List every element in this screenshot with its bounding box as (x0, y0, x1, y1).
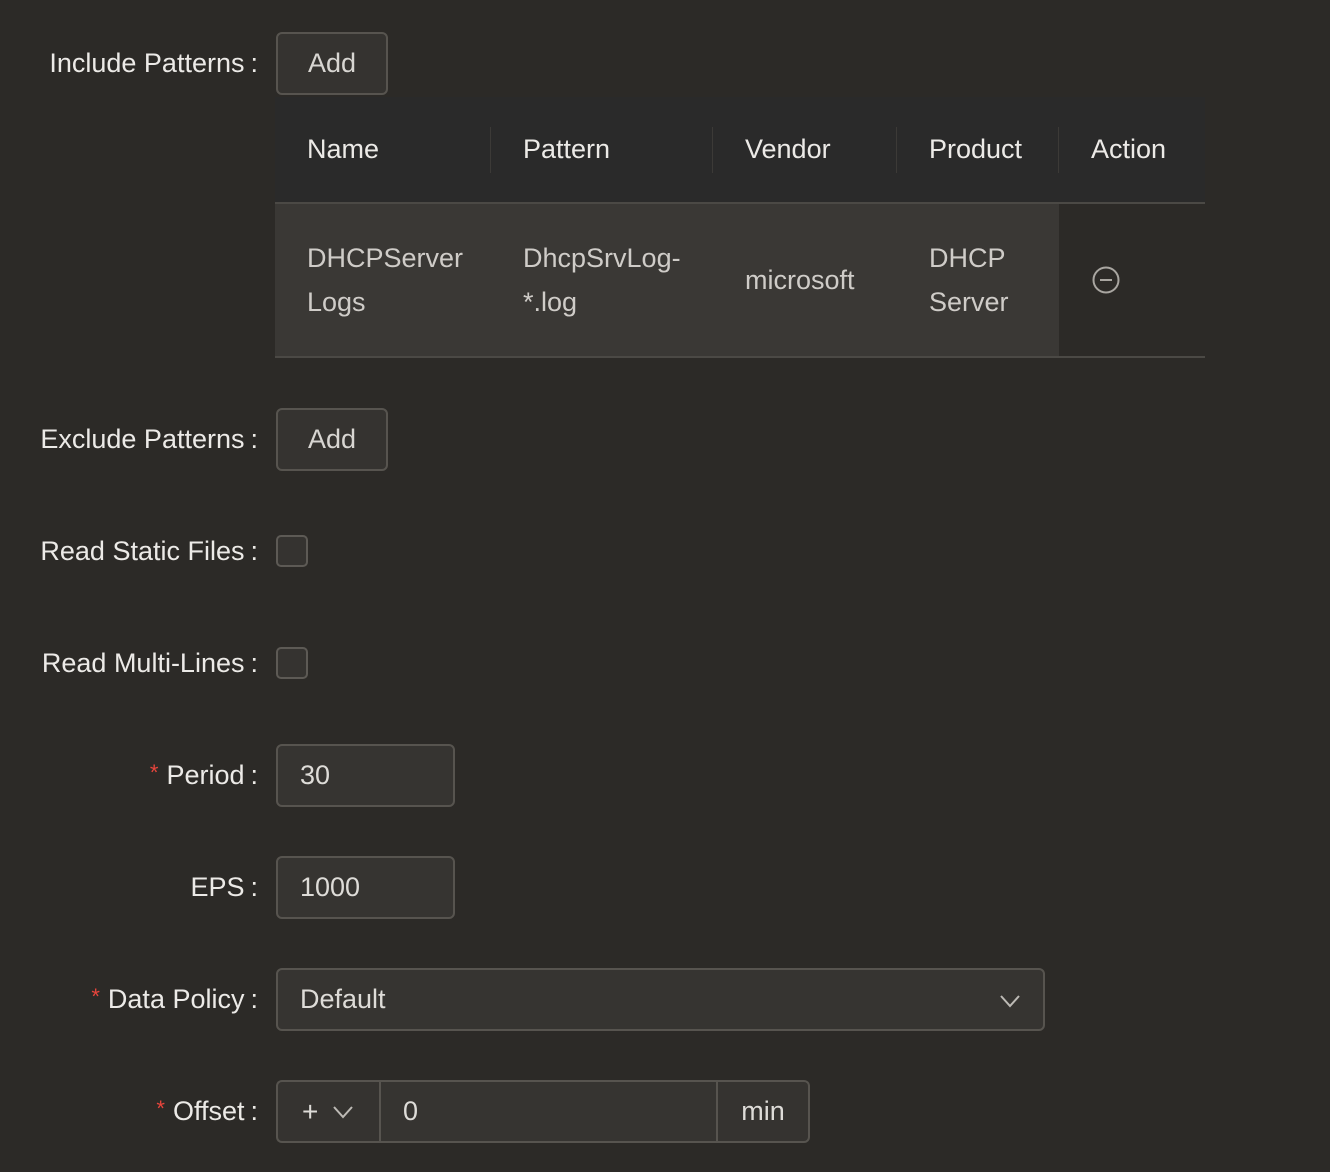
cell-pattern: DhcpSrvLog- *.log (491, 204, 713, 356)
offset-unit-label: min (718, 1080, 810, 1143)
exclude-patterns-label: Exclude Patterns: (40, 424, 258, 454)
cell-product: DHCP Server (897, 204, 1059, 356)
collector-form: Include Patterns: Add Name Pattern Vendo… (0, 0, 1330, 1172)
include-patterns-label: Include Patterns: (49, 48, 258, 78)
required-mark: * (149, 760, 159, 785)
read-static-files-label: Read Static Files: (40, 536, 258, 566)
column-header-product: Product (897, 97, 1059, 202)
offset-row: * Offset: (0, 1080, 260, 1143)
eps-label: EPS: (190, 872, 258, 902)
chevron-down-icon (1000, 995, 1020, 1008)
remove-row-button[interactable] (1091, 265, 1121, 295)
include-patterns-row: Include Patterns: (0, 32, 260, 95)
column-header-action: Action (1091, 134, 1167, 164)
data-policy-label: * Data Policy: (91, 984, 258, 1014)
offset-input-group: + 0 min (276, 1080, 810, 1143)
data-policy-row: * Data Policy: (0, 968, 260, 1031)
read-static-files-row: Read Static Files: (0, 520, 260, 583)
cell-vendor: microsoft (713, 204, 897, 356)
table-header: Name Pattern Vendor Product Action (275, 97, 1205, 204)
column-header-name: Name (275, 97, 491, 202)
offset-label: * Offset: (156, 1096, 258, 1126)
read-static-files-checkbox[interactable] (276, 535, 308, 567)
minus-circle-icon (1092, 266, 1120, 294)
read-multi-lines-row: Read Multi-Lines: (0, 632, 260, 695)
chevron-down-icon (333, 1105, 354, 1118)
data-policy-value: Default (300, 984, 386, 1014)
include-add-button[interactable]: Add (276, 32, 388, 95)
offset-sign-select[interactable]: + (276, 1080, 379, 1143)
table-row: DHCPServer Logs DhcpSrvLog- *.log microsof… (275, 204, 1205, 358)
read-multi-lines-label: Read Multi-Lines: (41, 648, 258, 678)
required-mark: * (156, 1096, 165, 1121)
offset-input[interactable]: 0 (379, 1080, 718, 1143)
exclude-add-button[interactable]: Add (276, 408, 388, 471)
data-policy-select[interactable]: Default (276, 968, 1045, 1031)
cell-action (1059, 204, 1205, 356)
read-multi-lines-checkbox[interactable] (276, 647, 308, 679)
required-mark: * (91, 984, 100, 1009)
eps-input[interactable]: 1000 (276, 856, 455, 919)
exclude-patterns-row: Exclude Patterns: (0, 408, 260, 471)
include-patterns-table: Name Pattern Vendor Product Action DHCPS… (275, 97, 1205, 358)
eps-row: EPS: (0, 856, 260, 919)
period-label: * Period: (149, 760, 258, 790)
column-header-vendor: Vendor (713, 97, 897, 202)
cell-name: DHCPServer Logs (275, 204, 491, 356)
column-header-pattern: Pattern (491, 97, 713, 202)
period-input[interactable]: 30 (276, 744, 455, 807)
period-row: * Period: (0, 744, 260, 807)
offset-sign-value: + (302, 1095, 319, 1127)
